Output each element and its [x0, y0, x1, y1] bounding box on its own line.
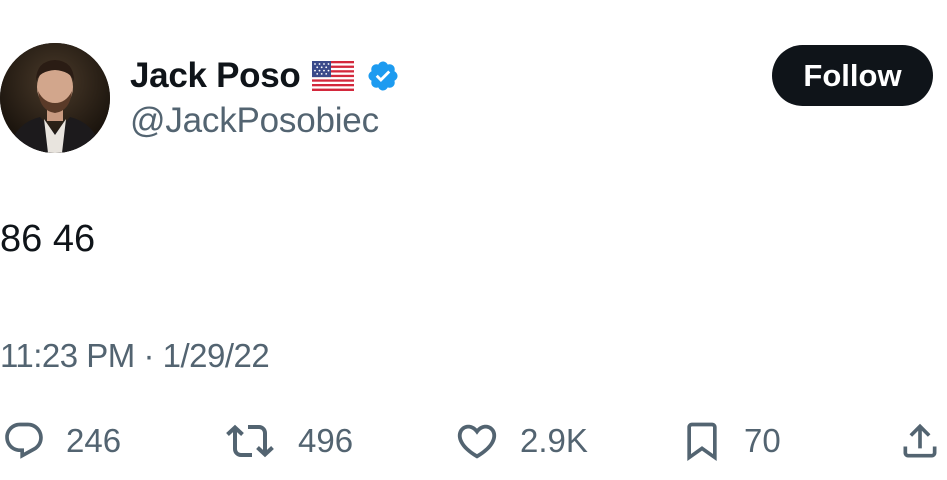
like-count: 2.9K [520, 422, 588, 459]
author-handle[interactable]: @JackPosobiec [130, 101, 379, 141]
heart-icon [454, 418, 500, 464]
tweet-card: Jack Poso @JackPosobiec Follow 86 46 11:… [0, 0, 947, 480]
display-name[interactable]: Jack Poso [130, 56, 301, 96]
bookmark-count: 70 [744, 422, 781, 459]
us-flag-icon [312, 61, 355, 91]
author-name-row: Jack Poso [130, 52, 400, 100]
avatar[interactable] [0, 43, 110, 153]
tweet-timestamp[interactable]: 11:23 PM · 1/29/22 [0, 337, 270, 375]
verified-badge-icon[interactable] [366, 59, 400, 93]
reply-icon [2, 419, 46, 463]
tweet-text: 86 46 [0, 218, 96, 260]
reply-count: 246 [66, 422, 122, 459]
like-button[interactable]: 2.9K [454, 416, 588, 466]
follow-button[interactable]: Follow [772, 45, 933, 106]
repost-button[interactable]: 496 [222, 416, 353, 466]
bookmark-button[interactable]: 70 [680, 416, 781, 466]
repost-icon [222, 417, 278, 465]
repost-count: 496 [298, 422, 354, 459]
reply-button[interactable]: 246 [2, 416, 121, 466]
share-icon [898, 418, 942, 464]
share-button[interactable] [898, 416, 942, 466]
bookmark-icon [680, 416, 724, 466]
